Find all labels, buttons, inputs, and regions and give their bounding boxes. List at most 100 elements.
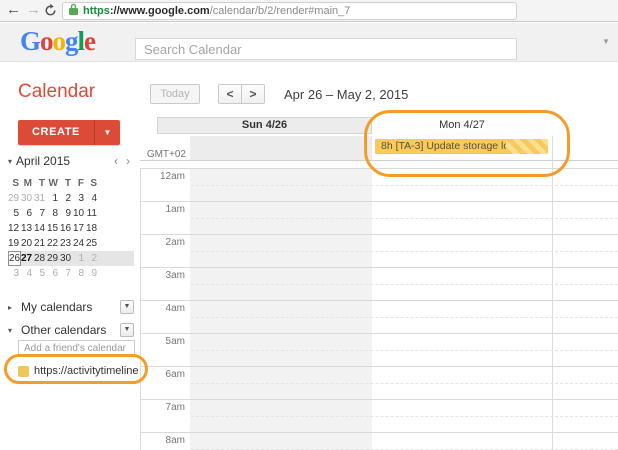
mini-calendar-grid: SMTWTFS293031123456789101112131415161718… [8,176,134,281]
all-day-event[interactable]: 8h [TA-3] Update storage location [375,139,548,154]
mini-calendar-dow: T [60,176,73,191]
mini-calendar-day[interactable]: 31 [34,191,47,206]
other-calendars-dropdown-icon[interactable]: ▼ [120,323,134,337]
mini-calendar-next-icon[interactable]: › [122,154,134,168]
mini-calendar-day[interactable]: 25 [86,236,99,251]
mini-calendar-day[interactable]: 15 [47,221,60,236]
mini-calendar-day[interactable]: 30 [21,191,34,206]
hour-row[interactable]: 3am [141,267,618,300]
mini-calendar-day[interactable]: 5 [8,206,21,221]
mini-calendar-day[interactable]: 14 [34,221,47,236]
mini-calendar-dow: T [34,176,47,191]
mini-calendar-day[interactable]: 7 [34,206,47,221]
create-dropdown-icon[interactable]: ▼ [94,120,120,145]
date-range-label: Apr 26 – May 2, 2015 [284,87,408,102]
mini-calendar-day[interactable]: 9 [60,206,73,221]
mini-calendar-day[interactable]: 24 [73,236,86,251]
calendar-item-label: https://activitytimeline… [34,365,150,377]
mini-calendar-day[interactable]: 6 [21,206,34,221]
address-bar[interactable]: https://www.google.com/calendar/b/2/rend… [62,2,517,20]
mini-calendar-day[interactable]: 19 [8,236,21,251]
hour-row[interactable]: 12am [141,168,618,201]
mini-calendar-dow: W [47,176,60,191]
url-domain: ://www.google.com [110,5,210,17]
prev-week-button[interactable]: < [218,84,242,104]
hour-row[interactable]: 5am [141,333,618,366]
calendar-list-item[interactable]: https://activitytimeline… [18,365,150,377]
sidebar-item-my-calendars[interactable]: ▸ My calendars ▼ [8,300,134,314]
mini-calendar-day[interactable]: 20 [21,236,34,251]
logo-letter: o [40,26,53,56]
collapse-icon[interactable]: ▾ [8,157,12,166]
half-hour-line [191,251,618,252]
chevron-down-icon[interactable]: ▼ [602,37,610,46]
hour-row[interactable]: 2am [141,234,618,267]
hour-row[interactable]: 7am [141,399,618,432]
mini-calendar-day[interactable]: 18 [86,221,99,236]
mini-calendar-day[interactable]: 26 [8,251,21,266]
mini-calendar-day[interactable]: 2 [86,251,99,266]
hour-row[interactable]: 1am [141,201,618,234]
logo-letter: o [53,26,66,56]
mini-calendar-day[interactable]: 3 [73,191,86,206]
mini-calendar-day[interactable]: 4 [21,266,34,281]
mini-calendar-day[interactable]: 16 [60,221,73,236]
browser-toolbar: ← → https://www.google.com/calendar/b/2/… [0,0,618,22]
mini-calendar-day[interactable]: 4 [86,191,99,206]
logo-letter: g [65,26,78,56]
chevron-down-icon: ▾ [8,326,16,335]
day-header-mon[interactable]: Mon 4/27 [372,117,552,134]
forward-icon[interactable]: → [26,1,41,18]
add-friend-calendar-input[interactable] [18,340,135,357]
mini-calendar-day[interactable]: 21 [34,236,47,251]
hour-label: 2am [141,237,185,248]
mini-calendar-day[interactable]: 3 [8,266,21,281]
mini-calendar-day[interactable]: 29 [8,191,21,206]
hour-row[interactable]: 6am [141,366,618,399]
mini-calendar-day[interactable]: 23 [60,236,73,251]
back-icon[interactable]: ← [6,1,21,18]
mini-calendar-day[interactable]: 6 [47,266,60,281]
today-button[interactable]: Today [150,84,200,104]
mini-calendar-day[interactable]: 30 [60,251,73,266]
mini-calendar-day[interactable]: 8 [73,266,86,281]
mini-calendar-day[interactable]: 13 [21,221,34,236]
calendar-color-swatch [18,366,29,377]
url-path: /calendar/b/2/render#main_7 [210,5,351,17]
mini-calendar-day[interactable]: 22 [47,236,60,251]
page-title: Calendar [18,81,95,103]
mini-calendar-day[interactable]: 11 [86,206,99,221]
mini-calendar-prev-icon[interactable]: ‹ [110,154,122,168]
create-button[interactable]: CREATE ▼ [18,120,120,145]
mini-calendar-day[interactable]: 27 [21,251,34,266]
mini-calendar-day[interactable]: 28 [34,251,47,266]
mini-calendar-day[interactable]: 8 [47,206,60,221]
mini-calendar-day[interactable]: 12 [8,221,21,236]
allday-separator [140,160,618,161]
day-header-sun[interactable]: Sun 4/26 [157,117,372,134]
logo-letter: e [84,26,95,56]
mini-calendar-day[interactable]: 5 [34,266,47,281]
reload-icon[interactable] [44,4,57,22]
search-input[interactable] [135,38,517,60]
mini-calendar-dow: M [21,176,34,191]
hour-row[interactable]: 8am [141,432,618,450]
mini-calendar-day[interactable]: 9 [86,266,99,281]
mini-calendar-day[interactable]: 7 [60,266,73,281]
logo-letter: G [20,26,40,56]
mini-calendar-week: 3456789 [8,266,134,281]
hour-label: 8am [141,435,185,446]
my-calendars-label: My calendars [21,300,92,314]
mini-calendar-day[interactable]: 17 [73,221,86,236]
column-divider [552,136,553,450]
mini-calendar-day[interactable]: 2 [60,191,73,206]
hour-row[interactable]: 4am [141,300,618,333]
my-calendars-dropdown-icon[interactable]: ▼ [120,300,134,314]
mini-calendar-day[interactable]: 1 [73,251,86,266]
mini-calendar-day[interactable]: 10 [73,206,86,221]
mini-calendar-day[interactable]: 29 [47,251,60,266]
sidebar-item-other-calendars[interactable]: ▾ Other calendars ▼ [8,323,134,337]
next-week-button[interactable]: > [241,84,265,104]
mini-calendar-day[interactable]: 1 [47,191,60,206]
mini-calendar-dow: S [8,176,21,191]
